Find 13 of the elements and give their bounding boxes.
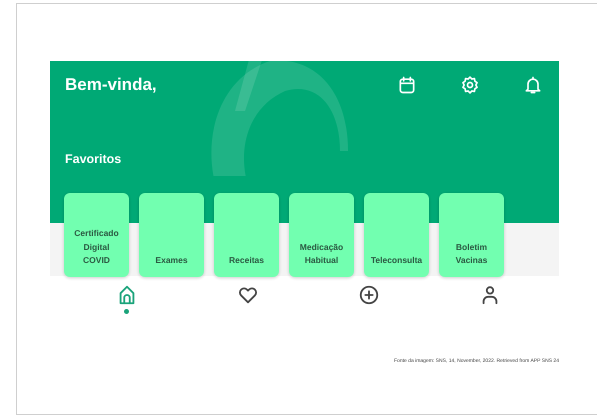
favorite-tile[interactable]: Receitas (214, 193, 279, 277)
favorite-tile[interactable]: Certificado Digital COVID (64, 193, 129, 277)
add-icon (358, 284, 380, 306)
calendar-icon[interactable] (397, 75, 417, 95)
settings-icon[interactable] (460, 75, 480, 95)
favorite-tile[interactable]: Teleconsulta (364, 193, 429, 277)
greeting: Bem-vinda, (65, 75, 157, 96)
favorite-tile[interactable]: Medicação Habitual (289, 193, 354, 277)
favorite-tile[interactable]: Boletim Vacinas (439, 193, 504, 277)
bell-icon[interactable] (523, 75, 543, 95)
section-title: Favoritos (65, 151, 122, 168)
active-dot (124, 309, 130, 314)
favorite-tile[interactable]: Exames (139, 193, 204, 277)
